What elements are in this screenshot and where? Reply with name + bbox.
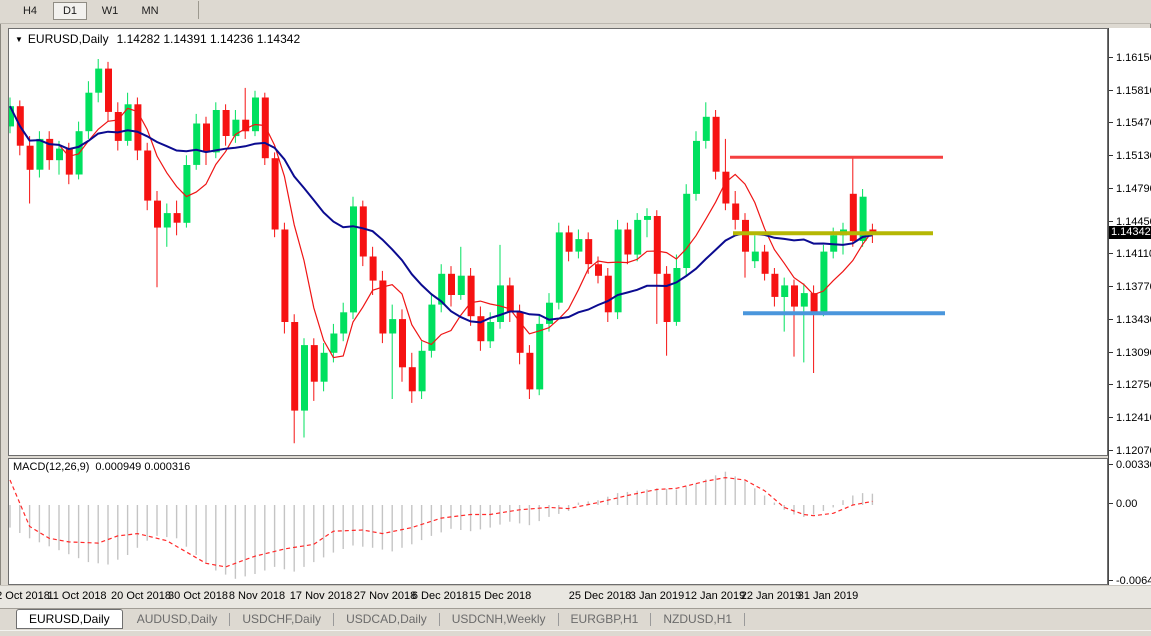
timeframe-button-h4[interactable]: H4	[13, 2, 47, 20]
time-axis-label: 27 Nov 2018	[354, 590, 416, 602]
chart-tabs-bar: EURUSD,DailyAUDUSD,DailyUSDCHF,DailyUSDC…	[0, 608, 1151, 630]
chart-symbol-label: EURUSD,Daily	[28, 32, 109, 46]
candles	[9, 59, 876, 443]
macd-pane[interactable]: MACD(12,26,9) 0.000949 0.000316	[8, 458, 1108, 585]
chart-tab-eurgbp[interactable]: EURGBP,H1	[561, 609, 649, 631]
time-axis[interactable]: 2 Oct 201811 Oct 2018 20 Oct 201830 Oct 2…	[0, 585, 1151, 608]
tab-separator	[333, 613, 334, 626]
price-pane[interactable]: ▼ EURUSD,Daily 1.14282 1.14391 1.14236 1.1…	[8, 28, 1108, 456]
time-axis-label: 6 Dec 2018	[412, 590, 468, 602]
time-axis-label: 20 Oct 2018	[111, 590, 171, 602]
price-axis-label: 1.13770	[1109, 281, 1151, 293]
chart-tab-eurusd[interactable]: EURUSD,Daily	[16, 609, 123, 629]
chart-tab-usdcnh[interactable]: USDCNH,Weekly	[442, 609, 556, 631]
time-axis-label: 25 Dec 2018	[569, 590, 631, 602]
timeframe-button-d1[interactable]: D1	[53, 2, 87, 20]
price-axis-label: 1.15470	[1109, 117, 1151, 129]
tab-separator	[439, 613, 440, 626]
price-axis-label: 1.15130	[1109, 150, 1151, 162]
price-axis-label: 1.12070	[1109, 445, 1151, 457]
time-axis-label: 11 Oct 2018	[47, 590, 106, 602]
window-bottom-edge	[0, 630, 1151, 636]
time-axis-label: 15 Dec 2018	[469, 590, 531, 602]
time-axis-label: 12 Jan 2019	[685, 590, 746, 602]
time-axis-label: 17 Nov 2018	[290, 590, 352, 602]
price-axis-label: 1.16150	[1109, 52, 1151, 64]
price-chart[interactable]	[9, 29, 1107, 455]
price-axis-label: 1.13090	[1109, 347, 1151, 359]
time-axis-label: 8 Nov 2018	[229, 590, 285, 602]
macd-histogram	[10, 472, 872, 579]
price-axis-label: 1.14110	[1109, 248, 1151, 260]
tab-separator	[744, 613, 745, 626]
time-axis-label: 3 Jan 2019	[630, 590, 684, 602]
toolbar-separator	[198, 1, 199, 19]
symbol-dropdown-icon[interactable]: ▼	[15, 35, 23, 44]
timeframe-button-w1[interactable]: W1	[93, 2, 127, 20]
time-axis-label: 2 Oct 2018	[0, 590, 50, 602]
chart-tab-audusd[interactable]: AUDUSD,Daily	[127, 609, 228, 631]
macd-axis-label: 0.003306	[1109, 459, 1151, 471]
price-axis-label: 1.12410	[1109, 412, 1151, 424]
timeframe-button-mn[interactable]: MN	[133, 2, 167, 20]
macd-axis-label: 0.00	[1109, 498, 1137, 510]
price-axis-label: 1.15810	[1109, 85, 1151, 97]
price-axis-label: 1.14450	[1109, 216, 1151, 228]
macd-chart[interactable]	[9, 459, 1107, 584]
time-axis-label: 22 Jan 2019	[741, 590, 802, 602]
chart-tab-nzdusd[interactable]: NZDUSD,H1	[653, 609, 742, 631]
timeframe-toolbar: H4 D1 W1 MN	[0, 0, 1151, 24]
macd-current-values: 0.000949 0.000316	[95, 461, 190, 473]
price-axis-label: 1.12750	[1109, 379, 1151, 391]
tab-separator	[558, 613, 559, 626]
time-axis-label: 30 Oct 2018	[168, 590, 228, 602]
metatrader-window: H4 D1 W1 MN ▼ EURUSD,Daily 1.14282 1.14391 1.…	[0, 0, 1151, 636]
price-axis-label: 1.14790	[1109, 183, 1151, 195]
tab-separator	[650, 613, 651, 626]
price-axis[interactable]: 1.14342 1.161501.158101.154701.151301.14…	[1108, 28, 1151, 585]
chart-tab-usdchf[interactable]: USDCHF,Daily	[232, 609, 331, 631]
chart-ohlc-values: 1.14282 1.14391 1.14236 1.14342	[117, 32, 301, 46]
chart-title: ▼ EURUSD,Daily 1.14282 1.14391 1.14236 1.1…	[15, 32, 300, 46]
tab-separator	[229, 613, 230, 626]
macd-name: MACD(12,26,9)	[13, 461, 89, 473]
macd-indicator-label: MACD(12,26,9) 0.000949 0.000316	[13, 461, 190, 473]
time-axis-label: 31 Jan 2019	[798, 590, 859, 602]
chart-tab-usdcad[interactable]: USDCAD,Daily	[336, 609, 437, 631]
price-axis-label: 1.13430	[1109, 314, 1151, 326]
